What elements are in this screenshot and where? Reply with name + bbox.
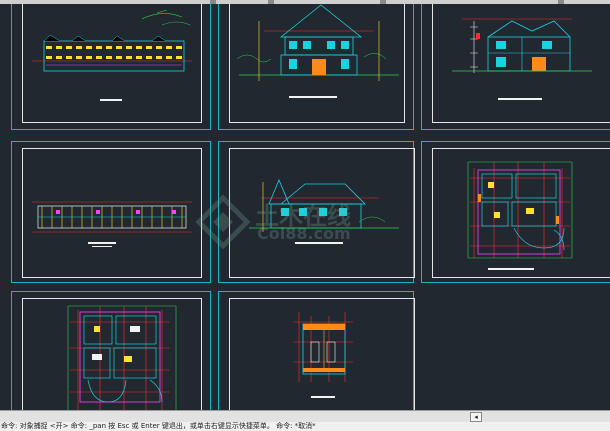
floor-plan-2-drawing — [67, 305, 177, 410]
watermark-logo-icon — [195, 194, 251, 250]
model-space-canvas[interactable]: 土木在线 Col88.com — [0, 4, 610, 410]
sheet-street-elevation[interactable] — [11, 4, 211, 130]
roof-plan-drawing — [293, 312, 353, 398]
sheet-villa-section[interactable] — [421, 4, 610, 130]
horizontal-scrollbar[interactable]: ◂ — [0, 410, 610, 422]
floor-plan-1-drawing — [467, 161, 573, 270]
sheet-floor-plan-2[interactable] — [11, 291, 211, 410]
sheet-roof-plan[interactable] — [218, 291, 415, 410]
watermark: 土木在线 Col88.com — [195, 194, 415, 254]
villa-section-drawing — [452, 18, 592, 100]
watermark-subtext: Col88.com — [257, 224, 351, 243]
street-elevation-drawing — [32, 9, 192, 101]
sheet-villa-front-elevation[interactable] — [218, 4, 414, 130]
command-line[interactable]: 命令: 对象捕捉 <开> 命令: _pan 按 Esc 或 Enter 键退出，… — [0, 422, 610, 431]
sheet-row-plan[interactable] — [11, 141, 211, 283]
villa-front-elevation-drawing — [236, 4, 399, 98]
sheet-floor-plan-1[interactable] — [421, 141, 610, 283]
row-plan-drawing — [32, 201, 192, 247]
scroll-left-arrow-icon[interactable]: ◂ — [470, 412, 482, 422]
